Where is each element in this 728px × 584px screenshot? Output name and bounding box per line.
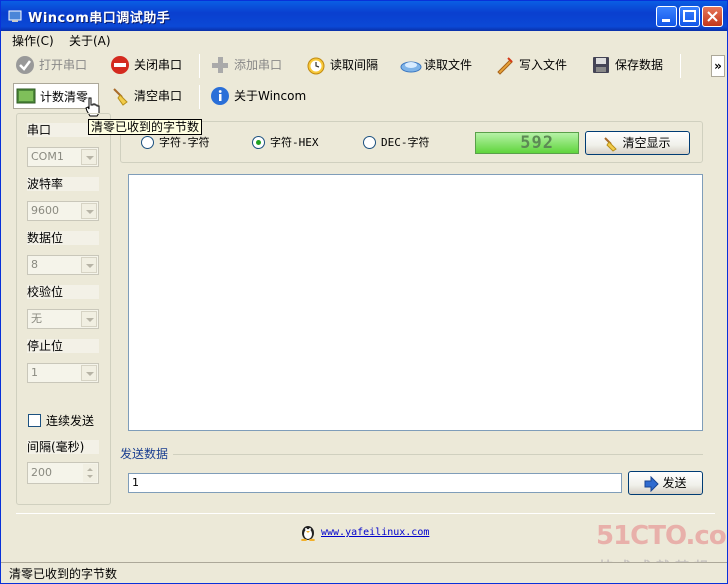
about-wincom-button[interactable]: 关于Wincom — [208, 83, 306, 109]
title-bar[interactable]: Wincom串口调试助手 — [1, 1, 727, 31]
receive-text-area[interactable] — [128, 174, 703, 431]
menu-bar: 操作(C) 关于(A) — [1, 31, 727, 51]
chevron-down-icon — [81, 311, 97, 327]
radio-char-char-label: 字符-字符 — [159, 136, 210, 149]
minimize-button[interactable] — [656, 6, 677, 27]
read-file-button[interactable]: 读取文件 — [398, 52, 472, 78]
window-title: Wincom串口调试助手 — [28, 11, 171, 26]
spin-arrows-icon — [83, 464, 97, 482]
disk-read-icon — [400, 61, 422, 73]
arrow-right-icon — [644, 476, 659, 492]
chevron-down-icon — [81, 203, 97, 219]
toolbar-row-2: 计数清零 清空串口 关于Wincom — [1, 83, 727, 113]
send-group-line — [173, 454, 703, 455]
save-data-button[interactable]: 保存数据 — [589, 52, 663, 78]
send-input[interactable]: 1 — [128, 473, 622, 493]
radio-char-char[interactable] — [141, 136, 154, 149]
tooltip: 清零已收到的字节数 — [88, 119, 203, 135]
main-window: Wincom串口调试助手 操作(C) 关于(A) 打开串口 关闭串口 添加串口 — [0, 0, 728, 584]
continuous-send-checkbox[interactable] — [28, 414, 41, 427]
interval-label: 间隔(毫秒) — [27, 440, 85, 454]
chevron-down-icon — [81, 149, 97, 165]
footer-divider — [16, 513, 715, 514]
stopbits-select[interactable]: 1 — [27, 363, 99, 383]
parity-select[interactable]: 无 — [27, 309, 99, 329]
stop-icon — [111, 56, 129, 74]
chevron-down-icon — [81, 257, 97, 273]
radio-char-hex[interactable] — [252, 136, 265, 149]
continuous-send-label: 连续发送 — [46, 414, 95, 428]
port-select[interactable]: COM1 — [27, 147, 99, 167]
app-icon — [8, 10, 22, 22]
baud-select[interactable]: 9600 — [27, 201, 99, 221]
pen-icon — [497, 57, 513, 75]
add-port-button[interactable]: 添加串口 — [208, 52, 282, 78]
status-bar: 清零已收到的字节数 — [1, 562, 727, 583]
alarm-clock-icon — [307, 57, 325, 75]
write-file-button[interactable]: 写入文件 — [493, 52, 567, 78]
port-label: 串口 — [27, 123, 52, 137]
interval-spinbox[interactable]: 200 — [27, 462, 99, 484]
parity-label: 校验位 — [27, 285, 64, 299]
clear-port-button[interactable]: 清空串口 — [108, 83, 182, 109]
menu-operate[interactable]: 操作(C) — [8, 33, 58, 49]
floppy-disk-icon — [593, 57, 609, 73]
toolbar-overflow-button[interactable]: » — [711, 55, 725, 77]
clear-display-button[interactable]: 清空显示 — [585, 131, 690, 155]
minimize-icon — [662, 19, 670, 22]
radio-char-hex-label: 字符-HEX — [270, 136, 319, 149]
penguin-icon — [301, 526, 315, 541]
toolbar-separator — [199, 85, 200, 109]
broom-icon — [113, 88, 128, 106]
send-data-label: 发送数据 — [120, 447, 169, 461]
status-text: 清零已收到的字节数 — [9, 567, 118, 581]
toolbar-separator — [199, 54, 200, 78]
check-icon — [16, 56, 34, 74]
stopbits-label: 停止位 — [27, 339, 64, 353]
radio-dec-char[interactable] — [363, 136, 376, 149]
toolbar-separator — [680, 54, 681, 78]
databits-select[interactable]: 8 — [27, 255, 99, 275]
info-icon — [211, 87, 229, 105]
maximize-icon — [683, 10, 696, 22]
broom-icon — [604, 137, 617, 152]
menu-about[interactable]: 关于(A) — [65, 33, 115, 49]
close-port-button[interactable]: 关闭串口 — [108, 52, 182, 78]
maximize-button[interactable] — [679, 6, 700, 27]
plus-icon — [212, 57, 228, 73]
open-port-button[interactable]: 打开串口 — [13, 52, 87, 78]
read-interval-button[interactable]: 读取间隔 — [304, 52, 378, 78]
send-button[interactable]: 发送 — [628, 471, 703, 495]
watermark-brand: 51CTO.com — [596, 521, 727, 551]
databits-label: 数据位 — [27, 231, 64, 245]
close-icon — [707, 11, 718, 22]
radio-dec-char-label: DEC-字符 — [381, 136, 430, 149]
chevron-down-icon — [81, 365, 97, 381]
baud-label: 波特率 — [27, 177, 64, 191]
counter-icon — [16, 88, 36, 104]
toolbar-row-1: 打开串口 关闭串口 添加串口 读取间隔 读取文件 写入文件 保存数据 — [1, 52, 727, 82]
byte-counter: 592 — [475, 132, 579, 154]
close-window-button[interactable] — [702, 6, 723, 27]
website-link[interactable]: www.yafeilinux.com — [321, 526, 429, 540]
